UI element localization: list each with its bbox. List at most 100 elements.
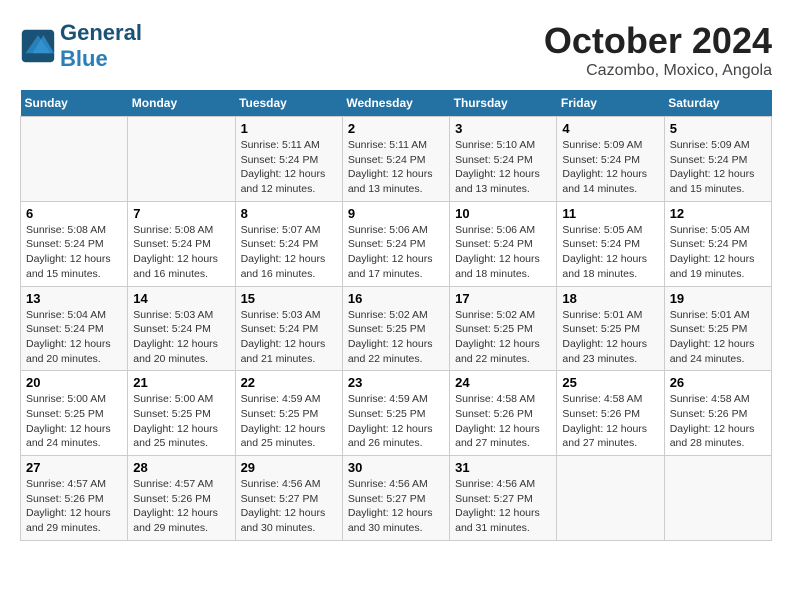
header-cell-wednesday: Wednesday [342, 90, 449, 117]
day-number: 8 [241, 206, 337, 221]
header-cell-thursday: Thursday [450, 90, 557, 117]
day-info: Sunrise: 5:08 AM Sunset: 5:24 PM Dayligh… [133, 223, 229, 282]
calendar-cell: 2 Sunrise: 5:11 AM Sunset: 5:24 PM Daylig… [342, 117, 449, 202]
header-cell-saturday: Saturday [664, 90, 771, 117]
day-number: 2 [348, 121, 444, 136]
calendar-cell: 1 Sunrise: 5:11 AM Sunset: 5:24 PM Daylig… [235, 117, 342, 202]
day-info: Sunrise: 5:05 AM Sunset: 5:24 PM Dayligh… [670, 223, 766, 282]
calendar-cell: 28 Sunrise: 4:57 AM Sunset: 5:26 PM Dayli… [128, 456, 235, 541]
day-info: Sunrise: 5:05 AM Sunset: 5:24 PM Dayligh… [562, 223, 658, 282]
calendar-cell: 17 Sunrise: 5:02 AM Sunset: 5:25 PM Dayli… [450, 286, 557, 371]
calendar-cell [664, 456, 771, 541]
day-number: 28 [133, 460, 229, 475]
day-info: Sunrise: 5:07 AM Sunset: 5:24 PM Dayligh… [241, 223, 337, 282]
calendar-cell [557, 456, 664, 541]
day-info: Sunrise: 5:09 AM Sunset: 5:24 PM Dayligh… [562, 138, 658, 197]
day-number: 31 [455, 460, 551, 475]
day-number: 26 [670, 375, 766, 390]
calendar-cell: 14Sunrise: 5:03 AM Sunset: 5:24 PM Dayli… [128, 286, 235, 371]
day-info: Sunrise: 5:10 AM Sunset: 5:24 PM Dayligh… [455, 138, 551, 197]
header-cell-monday: Monday [128, 90, 235, 117]
day-info: Sunrise: 4:56 AM Sunset: 5:27 PM Dayligh… [455, 477, 551, 536]
calendar-cell: 15 Sunrise: 5:03 AM Sunset: 5:24 PM Dayli… [235, 286, 342, 371]
calendar-cell: 22 Sunrise: 4:59 AM Sunset: 5:25 PM Dayli… [235, 371, 342, 456]
calendar-cell: 20Sunrise: 5:00 AM Sunset: 5:25 PM Dayli… [21, 371, 128, 456]
calendar-cell: 19Sunrise: 5:01 AM Sunset: 5:25 PM Dayli… [664, 286, 771, 371]
calendar-cell: 18 Sunrise: 5:01 AM Sunset: 5:25 PM Dayli… [557, 286, 664, 371]
calendar-cell: 13Sunrise: 5:04 AM Sunset: 5:24 PM Dayli… [21, 286, 128, 371]
day-info: Sunrise: 5:08 AM Sunset: 5:24 PM Dayligh… [26, 223, 122, 282]
calendar-cell: 7 Sunrise: 5:08 AM Sunset: 5:24 PM Daylig… [128, 201, 235, 286]
week-row-5: 27 Sunrise: 4:57 AM Sunset: 5:26 PM Dayli… [21, 456, 772, 541]
day-number: 9 [348, 206, 444, 221]
day-number: 6 [26, 206, 122, 221]
day-info: Sunrise: 5:11 AM Sunset: 5:24 PM Dayligh… [348, 138, 444, 197]
day-number: 1 [241, 121, 337, 136]
day-number: 15 [241, 291, 337, 306]
calendar-table: SundayMondayTuesdayWednesdayThursdayFrid… [20, 90, 772, 541]
day-info: Sunrise: 4:58 AM Sunset: 5:26 PM Dayligh… [455, 392, 551, 451]
calendar-title: October 2024 [544, 20, 772, 62]
day-info: Sunrise: 5:00 AM Sunset: 5:25 PM Dayligh… [133, 392, 229, 451]
day-info: Sunrise: 5:03 AM Sunset: 5:24 PM Dayligh… [241, 308, 337, 367]
day-number: 25 [562, 375, 658, 390]
calendar-cell: 9 Sunrise: 5:06 AM Sunset: 5:24 PM Daylig… [342, 201, 449, 286]
day-number: 20 [26, 375, 122, 390]
calendar-cell: 16 Sunrise: 5:02 AM Sunset: 5:25 PM Dayli… [342, 286, 449, 371]
day-number: 16 [348, 291, 444, 306]
day-number: 30 [348, 460, 444, 475]
calendar-cell: 10Sunrise: 5:06 AM Sunset: 5:24 PM Dayli… [450, 201, 557, 286]
day-info: Sunrise: 5:09 AM Sunset: 5:24 PM Dayligh… [670, 138, 766, 197]
day-number: 27 [26, 460, 122, 475]
header-cell-friday: Friday [557, 90, 664, 117]
calendar-cell [21, 117, 128, 202]
calendar-cell: 24 Sunrise: 4:58 AM Sunset: 5:26 PM Dayli… [450, 371, 557, 456]
day-number: 19 [670, 291, 766, 306]
day-info: Sunrise: 5:04 AM Sunset: 5:24 PM Dayligh… [26, 308, 122, 367]
header-row: SundayMondayTuesdayWednesdayThursdayFrid… [21, 90, 772, 117]
day-info: Sunrise: 4:56 AM Sunset: 5:27 PM Dayligh… [348, 477, 444, 536]
day-info: Sunrise: 5:06 AM Sunset: 5:24 PM Dayligh… [455, 223, 551, 282]
day-info: Sunrise: 5:11 AM Sunset: 5:24 PM Dayligh… [241, 138, 337, 197]
day-number: 14 [133, 291, 229, 306]
logo-general: General [60, 20, 142, 45]
calendar-header: SundayMondayTuesdayWednesdayThursdayFrid… [21, 90, 772, 117]
day-info: Sunrise: 5:06 AM Sunset: 5:24 PM Dayligh… [348, 223, 444, 282]
calendar-cell: 23 Sunrise: 4:59 AM Sunset: 5:25 PM Dayli… [342, 371, 449, 456]
day-number: 4 [562, 121, 658, 136]
calendar-cell [128, 117, 235, 202]
day-number: 7 [133, 206, 229, 221]
day-info: Sunrise: 4:56 AM Sunset: 5:27 PM Dayligh… [241, 477, 337, 536]
calendar-body: 1 Sunrise: 5:11 AM Sunset: 5:24 PM Daylig… [21, 117, 772, 541]
calendar-cell: 6 Sunrise: 5:08 AM Sunset: 5:24 PM Daylig… [21, 201, 128, 286]
day-number: 29 [241, 460, 337, 475]
week-row-3: 13Sunrise: 5:04 AM Sunset: 5:24 PM Dayli… [21, 286, 772, 371]
day-number: 18 [562, 291, 658, 306]
day-number: 22 [241, 375, 337, 390]
day-number: 11 [562, 206, 658, 221]
day-info: Sunrise: 5:02 AM Sunset: 5:25 PM Dayligh… [348, 308, 444, 367]
calendar-cell: 8 Sunrise: 5:07 AM Sunset: 5:24 PM Daylig… [235, 201, 342, 286]
day-number: 3 [455, 121, 551, 136]
day-number: 21 [133, 375, 229, 390]
day-info: Sunrise: 4:59 AM Sunset: 5:25 PM Dayligh… [348, 392, 444, 451]
title-block: October 2024 Cazombo, Moxico, Angola [544, 20, 772, 80]
calendar-cell: 4 Sunrise: 5:09 AM Sunset: 5:24 PM Daylig… [557, 117, 664, 202]
day-number: 12 [670, 206, 766, 221]
day-number: 17 [455, 291, 551, 306]
day-number: 24 [455, 375, 551, 390]
calendar-cell: 31 Sunrise: 4:56 AM Sunset: 5:27 PM Dayli… [450, 456, 557, 541]
logo-text: General Blue [60, 20, 142, 72]
calendar-cell: 11 Sunrise: 5:05 AM Sunset: 5:24 PM Dayli… [557, 201, 664, 286]
calendar-cell: 29 Sunrise: 4:56 AM Sunset: 5:27 PM Dayli… [235, 456, 342, 541]
logo-blue: Blue [60, 46, 108, 71]
logo-icon [20, 28, 56, 64]
day-info: Sunrise: 4:57 AM Sunset: 5:26 PM Dayligh… [133, 477, 229, 536]
day-number: 23 [348, 375, 444, 390]
header-cell-sunday: Sunday [21, 90, 128, 117]
calendar-cell: 25Sunrise: 4:58 AM Sunset: 5:26 PM Dayli… [557, 371, 664, 456]
day-info: Sunrise: 5:02 AM Sunset: 5:25 PM Dayligh… [455, 308, 551, 367]
calendar-cell: 5Sunrise: 5:09 AM Sunset: 5:24 PM Daylig… [664, 117, 771, 202]
day-info: Sunrise: 4:59 AM Sunset: 5:25 PM Dayligh… [241, 392, 337, 451]
day-info: Sunrise: 5:01 AM Sunset: 5:25 PM Dayligh… [562, 308, 658, 367]
